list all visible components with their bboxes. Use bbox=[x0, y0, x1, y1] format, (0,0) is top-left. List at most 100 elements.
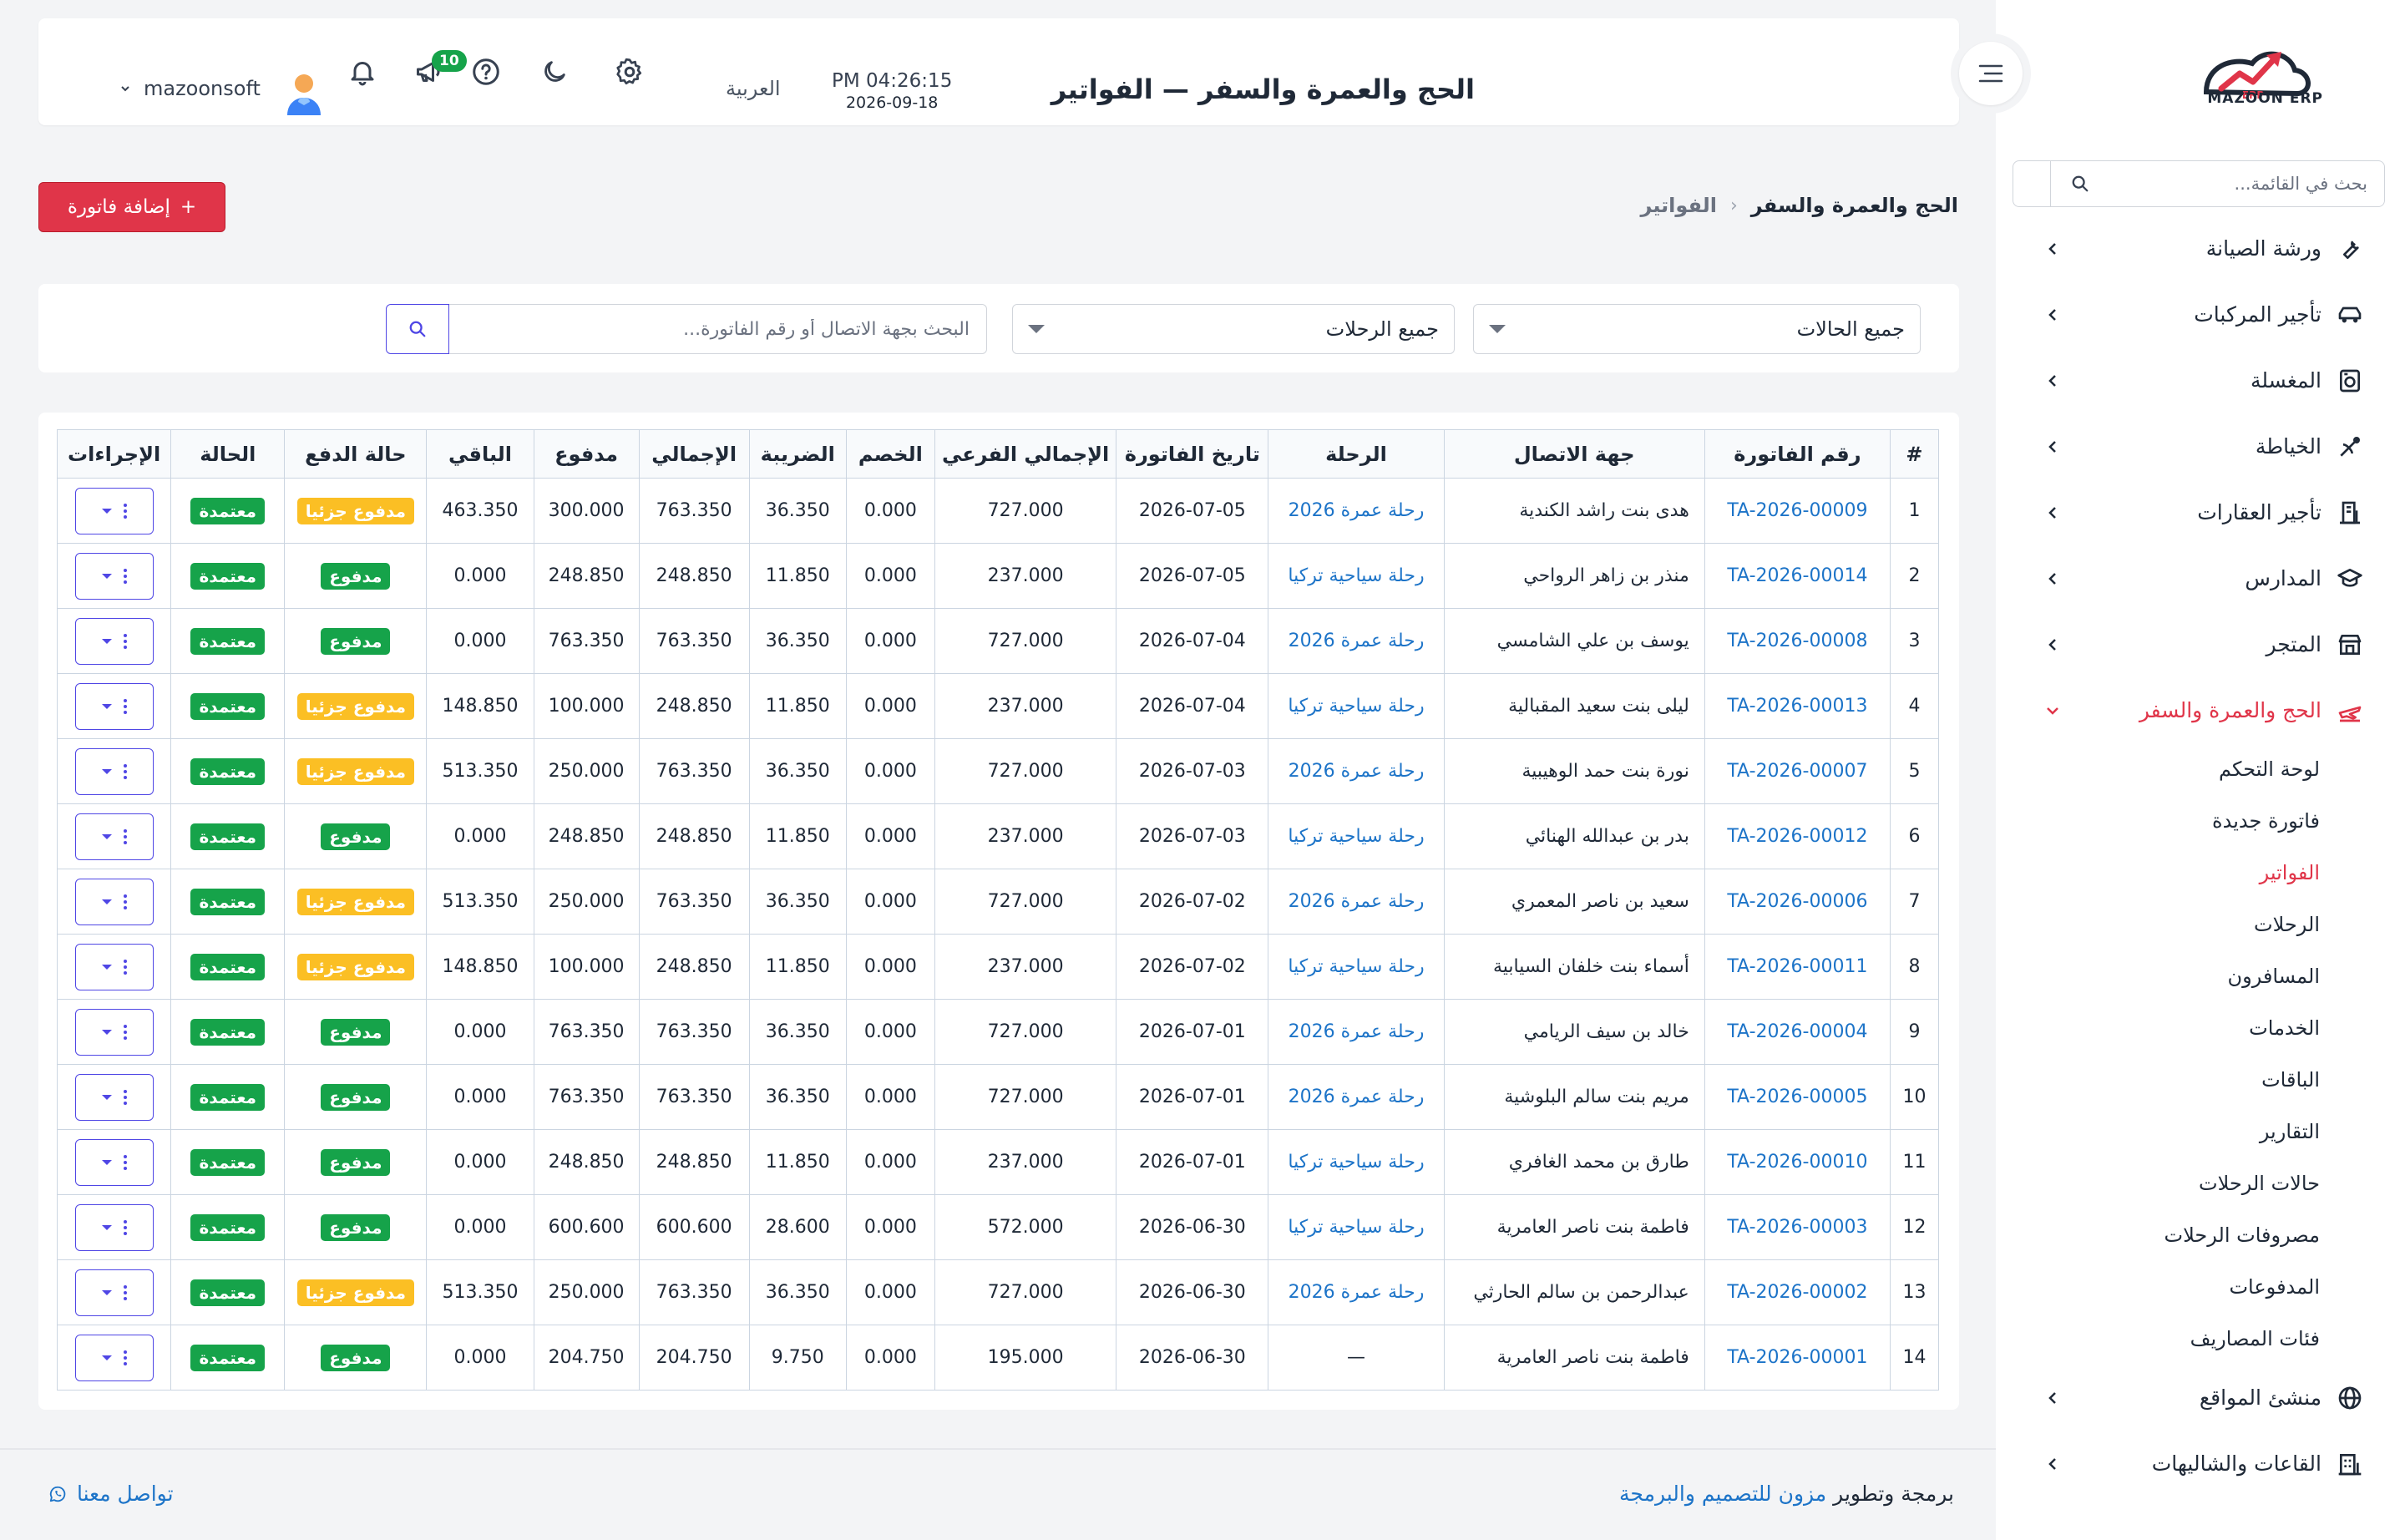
sidebar-item-maintenance-workshop[interactable]: ورشة الصيانة bbox=[1996, 215, 2405, 281]
user-avatar[interactable] bbox=[284, 70, 324, 117]
invoice-number-link[interactable]: TA-2026-00002 bbox=[1727, 1282, 1867, 1303]
language-switch[interactable]: العربية bbox=[726, 77, 781, 100]
sidebar-subitem-expense-categories[interactable]: فئات المصاريف bbox=[1996, 1313, 2405, 1365]
sidebar-subitem-invoices[interactable]: الفواتير bbox=[1996, 847, 2405, 899]
row-actions-button[interactable] bbox=[74, 1073, 154, 1121]
table-row[interactable]: 11 TA-2026-00010 طارق بن محمد الغافري رحلة … bbox=[56, 1129, 1940, 1195]
sidebar-subitem-travelers[interactable]: المسافرون bbox=[1996, 950, 2405, 1002]
user-menu[interactable]: mazoonsoft bbox=[119, 77, 261, 100]
invoice-number-link[interactable]: TA-2026-00005 bbox=[1727, 1087, 1867, 1107]
add-invoice-button[interactable]: + إضافة فاتورة bbox=[38, 182, 225, 232]
sidebar-subitem-dashboard[interactable]: لوحة التحكم bbox=[1996, 743, 2405, 795]
row-actions-button[interactable] bbox=[74, 1334, 154, 1381]
table-row[interactable]: 6 TA-2026-00012 بدر بن عبدالله الهنائي رحلة… bbox=[56, 803, 1940, 869]
invoice-number-link[interactable]: TA-2026-00014 bbox=[1727, 565, 1867, 586]
sidebar-subitem-packages[interactable]: الباقات bbox=[1996, 1054, 2405, 1106]
search-button[interactable] bbox=[386, 304, 449, 354]
col-tax[interactable]: الضريبة bbox=[748, 429, 847, 479]
col-total[interactable]: الإجمالي bbox=[638, 429, 750, 479]
trip-link[interactable]: رحلة عمرة 2026 bbox=[1289, 1282, 1425, 1303]
sidebar-item-vehicle-rental[interactable]: تأجير المركبات bbox=[1996, 281, 2405, 347]
row-actions-button[interactable] bbox=[74, 813, 154, 860]
trip-link[interactable]: رحلة عمرة 2026 bbox=[1289, 500, 1425, 521]
row-actions-button[interactable] bbox=[74, 1008, 154, 1056]
search-icon[interactable] bbox=[2050, 161, 2109, 206]
invoice-number-link[interactable]: TA-2026-00011 bbox=[1727, 956, 1867, 977]
status-filter-select[interactable]: جميع الحالات bbox=[1473, 304, 1921, 354]
sidebar-item-tailoring[interactable]: الخياطة bbox=[1996, 413, 2405, 479]
col-contact[interactable]: جهة الاتصال bbox=[1443, 429, 1705, 479]
gear-icon[interactable] bbox=[611, 53, 648, 90]
trip-link[interactable]: رحلة سياحية تركيا bbox=[1288, 1217, 1424, 1238]
col-paid[interactable]: مدفوع bbox=[533, 429, 640, 479]
invoice-number-link[interactable]: TA-2026-00007 bbox=[1727, 761, 1867, 782]
sidebar-search-input[interactable] bbox=[2109, 173, 2384, 195]
sidebar-subitem-payments[interactable]: المدفوعات bbox=[1996, 1261, 2405, 1313]
trip-link[interactable]: رحلة عمرة 2026 bbox=[1289, 1021, 1425, 1042]
row-actions-button[interactable] bbox=[74, 1269, 154, 1316]
col-invoice-number[interactable]: رقم الفاتورة bbox=[1704, 429, 1891, 479]
moon-icon[interactable] bbox=[536, 53, 573, 90]
col-discount[interactable]: الخصم bbox=[845, 429, 935, 479]
trip-link[interactable]: رحلة سياحية تركيا bbox=[1288, 565, 1424, 586]
table-row[interactable]: 2 TA-2026-00014 منذر بن زاهر الرواحي رحلة س… bbox=[56, 543, 1940, 609]
row-actions-button[interactable] bbox=[74, 747, 154, 795]
sidebar-item-schools[interactable]: المدارس bbox=[1996, 545, 2405, 611]
col-payment-status[interactable]: حالة الدفع bbox=[284, 429, 428, 479]
trip-link[interactable]: رحلة سياحية تركيا bbox=[1288, 956, 1424, 977]
table-row[interactable]: 3 TA-2026-00008 يوسف بن علي الشامسي رحلة عم… bbox=[56, 608, 1940, 674]
table-row[interactable]: 9 TA-2026-00004 خالد بن سيف الريامي رحلة عم… bbox=[56, 999, 1940, 1065]
invoice-number-link[interactable]: TA-2026-00009 bbox=[1727, 500, 1867, 521]
trip-filter-select[interactable]: جميع الرحلات bbox=[1012, 304, 1455, 354]
bell-icon[interactable] bbox=[344, 53, 381, 90]
trip-link[interactable]: رحلة سياحية تركيا bbox=[1288, 696, 1424, 717]
sidebar-item-website-builder[interactable]: منشئ المواقع bbox=[1996, 1365, 2405, 1431]
col-remaining[interactable]: الباقي bbox=[426, 429, 534, 479]
sidebar-item-property-rental[interactable]: تأجير العقارات bbox=[1996, 479, 2405, 545]
row-actions-button[interactable] bbox=[74, 1203, 154, 1251]
help-icon[interactable] bbox=[468, 53, 504, 90]
col-index[interactable]: # bbox=[1889, 429, 1940, 479]
row-actions-button[interactable] bbox=[74, 1138, 154, 1186]
table-row[interactable]: 1 TA-2026-00009 هدى بنت راشد الكندية رحلة ع… bbox=[56, 478, 1940, 544]
sidebar-subitem-trips[interactable]: الرحلات bbox=[1996, 899, 2405, 950]
col-trip[interactable]: الرحلة bbox=[1268, 429, 1445, 479]
sidebar-subitem-services[interactable]: الخدمات bbox=[1996, 1002, 2405, 1054]
table-row[interactable]: 14 TA-2026-00001 فاطمة بنت ناصر العامرية — 2… bbox=[56, 1325, 1940, 1391]
sidebar-subitem-trip-statuses[interactable]: حالات الرحلات bbox=[1996, 1158, 2405, 1209]
invoice-number-link[interactable]: TA-2026-00013 bbox=[1727, 696, 1867, 717]
invoice-number-link[interactable]: TA-2026-00010 bbox=[1727, 1152, 1867, 1173]
sidebar-subitem-trip-expenses[interactable]: مصروفات الرحلات bbox=[1996, 1209, 2405, 1261]
table-row[interactable]: 8 TA-2026-00011 أسماء بنت خلفان السيابية رح… bbox=[56, 934, 1940, 1000]
invoice-number-link[interactable]: TA-2026-00004 bbox=[1727, 1021, 1867, 1042]
invoice-search-input[interactable] bbox=[449, 304, 987, 354]
col-invoice-date[interactable]: تاريخ الفاتورة bbox=[1116, 429, 1269, 479]
trip-link[interactable]: رحلة عمرة 2026 bbox=[1289, 1087, 1425, 1107]
invoice-number-link[interactable]: TA-2026-00012 bbox=[1727, 826, 1867, 847]
table-row[interactable]: 13 TA-2026-00002 عبدالرحمن بن سالم الحارثي… bbox=[56, 1259, 1940, 1325]
table-row[interactable]: 4 TA-2026-00013 ليلى بنت سعيد المقبالية رحل… bbox=[56, 673, 1940, 739]
trip-link[interactable]: رحلة سياحية تركيا bbox=[1288, 826, 1424, 847]
col-status[interactable]: الحالة bbox=[170, 429, 286, 479]
trip-link[interactable]: رحلة عمرة 2026 bbox=[1289, 761, 1425, 782]
table-row[interactable]: 5 TA-2026-00007 نورة بنت حمد الوهيبية رحلة … bbox=[56, 738, 1940, 804]
table-row[interactable]: 10 TA-2026-00005 مريم بنت سالم البلوشية رحل… bbox=[56, 1064, 1940, 1130]
invoice-number-link[interactable]: TA-2026-00003 bbox=[1727, 1217, 1867, 1238]
table-row[interactable]: 7 TA-2026-00006 سعيد بن ناصر المعمري رحلة ع… bbox=[56, 869, 1940, 935]
invoice-number-link[interactable]: TA-2026-00008 bbox=[1727, 631, 1867, 651]
contact-us-link[interactable]: تواصل معنا bbox=[48, 1482, 174, 1506]
row-actions-button[interactable] bbox=[74, 878, 154, 925]
table-row[interactable]: 12 TA-2026-00003 فاطمة بنت ناصر العامرية رح… bbox=[56, 1194, 1940, 1260]
breadcrumb-section[interactable]: الحج والعمرة والسفر bbox=[1751, 194, 1958, 217]
sidebar-item-laundry[interactable]: المغسلة bbox=[1996, 347, 2405, 413]
invoice-number-link[interactable]: TA-2026-00001 bbox=[1727, 1347, 1867, 1368]
trip-link[interactable]: رحلة عمرة 2026 bbox=[1289, 891, 1425, 912]
sidebar-subitem-new-invoice[interactable]: فاتورة جديدة bbox=[1996, 795, 2405, 847]
sidebar-item-store[interactable]: المتجر bbox=[1996, 611, 2405, 677]
trip-link[interactable]: رحلة عمرة 2026 bbox=[1289, 631, 1425, 651]
col-subtotal[interactable]: الإجمالي الفرعي bbox=[934, 429, 1117, 479]
row-actions-button[interactable] bbox=[74, 552, 154, 600]
row-actions-button[interactable] bbox=[74, 682, 154, 730]
invoice-number-link[interactable]: TA-2026-00006 bbox=[1727, 891, 1867, 912]
sidebar-item-hajj-umrah-travel[interactable]: الحج والعمرة والسفر bbox=[1996, 677, 2405, 743]
